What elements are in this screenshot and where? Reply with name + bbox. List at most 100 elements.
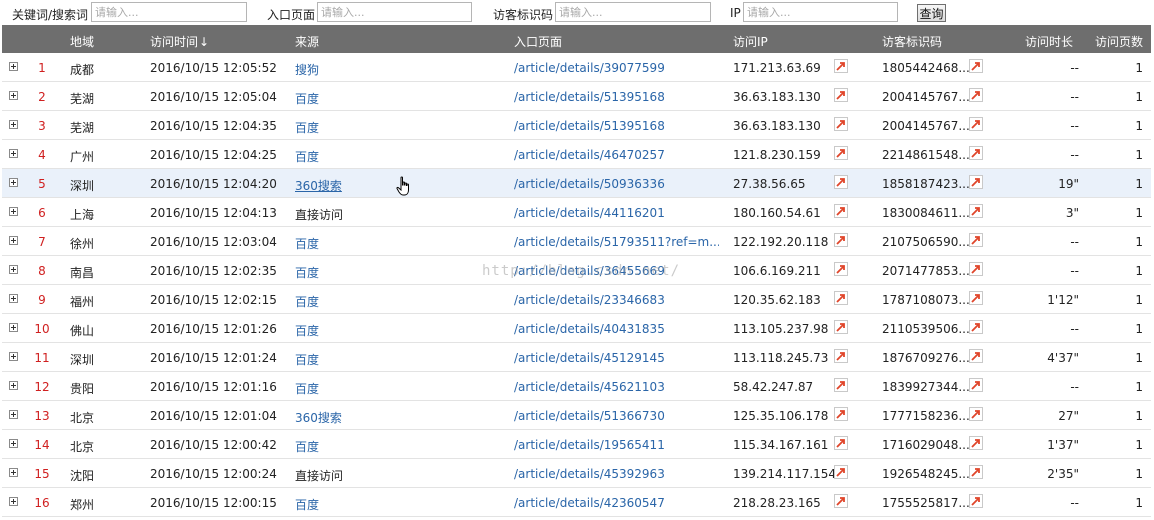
external-link-icon[interactable] — [834, 349, 848, 363]
external-link-icon[interactable] — [834, 291, 848, 305]
entry-page-link[interactable]: /article/details/44116201 — [514, 206, 665, 220]
entry-page-link[interactable]: /article/details/39077599 — [514, 61, 665, 75]
source-cell[interactable]: 百度 — [295, 496, 319, 513]
source-cell[interactable]: 百度 — [295, 235, 319, 252]
source-cell[interactable]: 360搜索 — [295, 177, 342, 194]
plus-box-icon[interactable] — [9, 149, 18, 158]
source-cell[interactable]: 百度 — [295, 351, 319, 368]
plus-box-icon[interactable] — [9, 236, 18, 245]
table-row[interactable]: 5 深圳 2016/10/15 12:04:20 360搜索/article/deta… — [2, 169, 1151, 198]
plus-box-icon[interactable] — [9, 91, 18, 100]
table-row[interactable]: 4 广州 2016/10/15 12:04:25 百度/article/details… — [2, 140, 1151, 169]
external-link-icon[interactable] — [834, 320, 848, 334]
entry-page-link[interactable]: /article/details/42360547 — [514, 496, 665, 510]
plus-box-icon[interactable] — [9, 497, 18, 506]
external-link-icon[interactable] — [969, 146, 983, 160]
visitor-id-input[interactable] — [555, 2, 711, 22]
table-row[interactable]: 2 芜湖 2016/10/15 12:05:04 百度/article/details… — [2, 82, 1151, 111]
source-cell[interactable]: 百度 — [295, 293, 319, 310]
plus-box-icon[interactable] — [9, 265, 18, 274]
source-cell[interactable]: 百度 — [295, 90, 319, 107]
external-link-icon[interactable] — [834, 88, 848, 102]
plus-box-icon[interactable] — [9, 439, 18, 448]
table-row[interactable]: 10 佛山 2016/10/15 12:01:26 百度/article/detail… — [2, 314, 1151, 343]
entry-page-input[interactable] — [317, 2, 472, 22]
entry-page-link[interactable]: /article/details/45621103 — [514, 380, 665, 394]
plus-box-icon[interactable] — [9, 352, 18, 361]
external-link-icon[interactable] — [834, 407, 848, 421]
external-link-icon[interactable] — [969, 407, 983, 421]
external-link-icon[interactable] — [834, 262, 848, 276]
external-link-icon[interactable] — [969, 117, 983, 131]
external-link-icon[interactable] — [969, 465, 983, 479]
external-link-icon[interactable] — [834, 233, 848, 247]
table-row[interactable]: 16 郑州 2016/10/15 12:00:15 百度/article/detail… — [2, 488, 1151, 517]
entry-page-link[interactable]: /article/details/36455669 — [514, 264, 665, 278]
external-link-icon[interactable] — [834, 204, 848, 218]
external-link-icon[interactable] — [834, 59, 848, 73]
external-link-icon[interactable] — [834, 378, 848, 392]
entry-page-link[interactable]: /article/details/51366730 — [514, 409, 665, 423]
header-time[interactable]: 访问时间↓ — [150, 33, 209, 50]
plus-box-icon[interactable] — [9, 207, 18, 216]
plus-box-icon[interactable] — [9, 410, 18, 419]
external-link-icon[interactable] — [834, 175, 848, 189]
table-row[interactable]: 12 贵阳 2016/10/15 12:01:16 百度/article/detail… — [2, 372, 1151, 401]
entry-page-link[interactable]: /article/details/51793511?ref=m... — [514, 235, 719, 249]
keyword-input[interactable] — [91, 2, 247, 22]
source-cell[interactable]: 搜狗 — [295, 61, 319, 78]
external-link-icon[interactable] — [969, 204, 983, 218]
source-cell[interactable]: 360搜索 — [295, 409, 342, 426]
source-cell[interactable]: 百度 — [295, 322, 319, 339]
external-link-icon[interactable] — [969, 88, 983, 102]
table-row[interactable]: 9 福州 2016/10/15 12:02:15 百度/article/details… — [2, 285, 1151, 314]
query-button[interactable]: 查询 — [917, 4, 946, 22]
external-link-icon[interactable] — [969, 494, 983, 508]
plus-box-icon[interactable] — [9, 62, 18, 71]
external-link-icon[interactable] — [969, 349, 983, 363]
table-row[interactable]: 8 南昌 2016/10/15 12:02:35 百度/article/details… — [2, 256, 1151, 285]
external-link-icon[interactable] — [969, 320, 983, 334]
source-cell[interactable]: 百度 — [295, 264, 319, 281]
table-row[interactable]: 14 北京 2016/10/15 12:00:42 百度/article/detail… — [2, 430, 1151, 459]
table-row[interactable]: 7 徐州 2016/10/15 12:03:04 百度/article/details… — [2, 227, 1151, 256]
entry-page-link[interactable]: /article/details/51395168 — [514, 119, 665, 133]
plus-box-icon[interactable] — [9, 323, 18, 332]
external-link-icon[interactable] — [969, 175, 983, 189]
plus-box-icon[interactable] — [9, 178, 18, 187]
external-link-icon[interactable] — [834, 146, 848, 160]
external-link-icon[interactable] — [834, 117, 848, 131]
table-row[interactable]: 1 成都 2016/10/15 12:05:52 搜狗/article/details… — [2, 53, 1151, 82]
entry-page-link[interactable]: /article/details/45129145 — [514, 351, 665, 365]
table-row[interactable]: 3 芜湖 2016/10/15 12:04:35 百度/article/details… — [2, 111, 1151, 140]
plus-box-icon[interactable] — [9, 468, 18, 477]
external-link-icon[interactable] — [969, 233, 983, 247]
source-cell[interactable]: 百度 — [295, 380, 319, 397]
plus-box-icon[interactable] — [9, 294, 18, 303]
entry-page-link[interactable]: /article/details/19565411 — [514, 438, 665, 452]
table-row[interactable]: 11 深圳 2016/10/15 12:01:24 百度/article/detail… — [2, 343, 1151, 372]
external-link-icon[interactable] — [969, 291, 983, 305]
external-link-icon[interactable] — [969, 378, 983, 392]
source-cell[interactable]: 百度 — [295, 148, 319, 165]
external-link-icon[interactable] — [969, 436, 983, 450]
entry-page-link[interactable]: /article/details/40431835 — [514, 322, 665, 336]
entry-page-link[interactable]: /article/details/50936336 — [514, 177, 665, 191]
source-cell[interactable]: 百度 — [295, 438, 319, 455]
plus-box-icon[interactable] — [9, 120, 18, 129]
external-link-icon[interactable] — [834, 494, 848, 508]
external-link-icon[interactable] — [969, 262, 983, 276]
source-cell[interactable]: 百度 — [295, 119, 319, 136]
entry-page-link[interactable]: /article/details/51395168 — [514, 90, 665, 104]
ip-input[interactable] — [743, 2, 898, 22]
table-row[interactable]: 6 上海 2016/10/15 12:04:13 直接访问/article/detai… — [2, 198, 1151, 227]
table-row[interactable]: 15 沈阳 2016/10/15 12:00:24 直接访问/article/deta… — [2, 459, 1151, 488]
external-link-icon[interactable] — [834, 436, 848, 450]
plus-box-icon[interactable] — [9, 381, 18, 390]
external-link-icon[interactable] — [834, 465, 848, 479]
entry-page-link[interactable]: /article/details/46470257 — [514, 148, 665, 162]
table-row[interactable]: 13 北京 2016/10/15 12:01:04 360搜索/article/det… — [2, 401, 1151, 430]
entry-page-link[interactable]: /article/details/45392963 — [514, 467, 665, 481]
entry-page-link[interactable]: /article/details/23346683 — [514, 293, 665, 307]
external-link-icon[interactable] — [969, 59, 983, 73]
